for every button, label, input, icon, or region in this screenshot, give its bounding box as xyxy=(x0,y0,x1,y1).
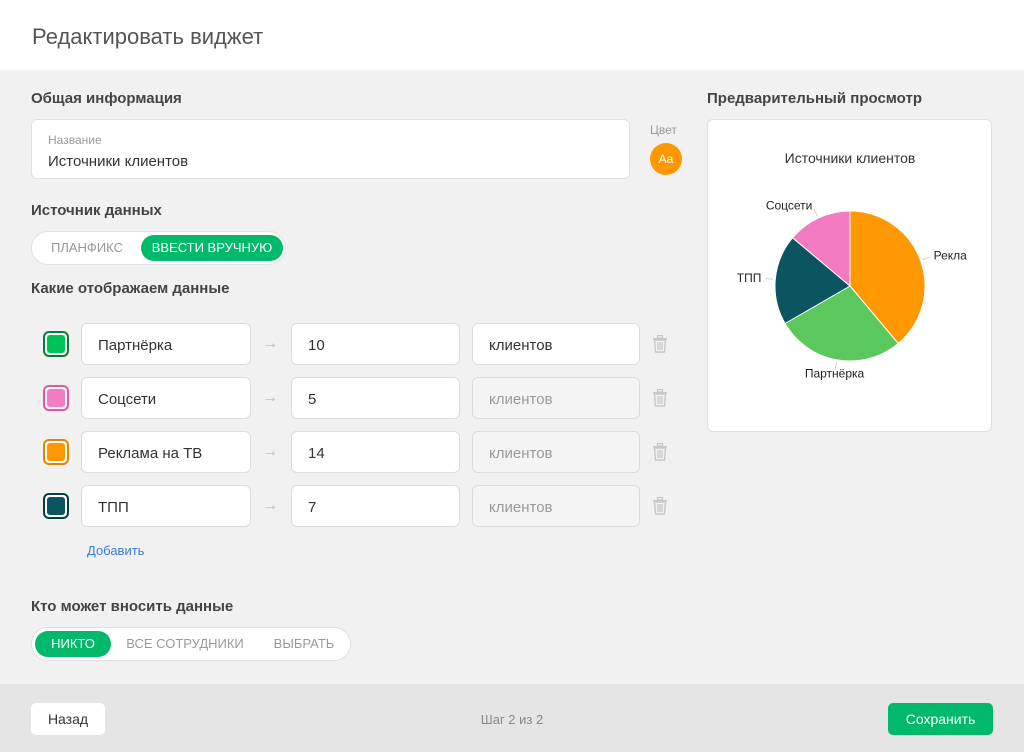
row-name-input-text: Реклама на ТВ xyxy=(98,445,203,462)
row-name-input-text: Соцсети xyxy=(98,391,157,408)
dialog-header: Редактировать виджет xyxy=(0,0,1024,70)
pie-slice-label: Партнёрка xyxy=(805,367,865,381)
add-row-link[interactable]: Добавить xyxy=(87,543,144,558)
row-unit-input[interactable]: клиентов xyxy=(472,485,640,527)
trash-icon[interactable] xyxy=(652,443,668,461)
dialog-footer: Назад Шаг 2 из 2 Сохранить xyxy=(0,684,1024,752)
access-option-choose[interactable]: ВЫБРАТЬ xyxy=(261,631,347,657)
trash-icon[interactable] xyxy=(652,335,668,353)
general-section-title: Общая информация xyxy=(31,90,182,107)
pie-slice-label: Рекла xyxy=(934,249,968,263)
row-color-picker[interactable] xyxy=(43,493,69,519)
row-color-fill xyxy=(47,389,65,407)
arrow-right-icon: → xyxy=(262,497,278,514)
arrow-right-icon: → xyxy=(262,443,278,460)
row-unit-input-text: клиентов xyxy=(489,499,553,516)
row-unit-input[interactable]: клиентов xyxy=(472,431,640,473)
row-color-fill xyxy=(47,443,65,461)
access-option-all-employees[interactable]: ВСЕ СОТРУДНИКИ xyxy=(119,631,251,657)
access-option-nobody[interactable]: НИКТО xyxy=(35,631,111,657)
row-unit-input-text: клиентов xyxy=(489,445,553,462)
save-button[interactable]: Сохранить xyxy=(888,703,993,735)
arrow-right-icon: → xyxy=(262,389,278,406)
row-name-input-text: Партнёрка xyxy=(98,337,173,354)
row-color-picker[interactable] xyxy=(43,385,69,411)
source-toggle: ПЛАНФИКС ВВЕСТИ ВРУЧНУЮ xyxy=(31,231,286,265)
arrow-right-icon: → xyxy=(262,335,278,352)
pie-label-connector xyxy=(765,278,774,280)
row-value-input-text: 14 xyxy=(308,445,325,462)
trash-icon[interactable] xyxy=(652,389,668,407)
source-option-planfix[interactable]: ПЛАНФИКС xyxy=(35,235,139,261)
step-indicator: Шаг 2 из 2 xyxy=(480,712,544,727)
widget-name-label: Название xyxy=(48,133,102,147)
row-value-input[interactable]: 14 xyxy=(291,431,460,473)
chart-title: Источники клиентов xyxy=(785,150,916,166)
access-section-title: Кто может вносить данные xyxy=(31,598,234,615)
source-section-title: Источник данных xyxy=(31,202,162,219)
row-name-input[interactable]: Партнёрка xyxy=(81,323,251,365)
preview-section-title: Предварительный просмотр xyxy=(707,90,922,107)
row-unit-input[interactable]: клиентов xyxy=(472,323,640,365)
pie-slice-label: Соцсети xyxy=(766,198,813,212)
row-color-fill xyxy=(47,335,65,353)
row-value-input[interactable]: 10 xyxy=(291,323,460,365)
color-picker-button[interactable]: Aa xyxy=(650,143,682,175)
row-name-input-text: ТПП xyxy=(98,499,129,516)
row-color-fill xyxy=(47,497,65,515)
pie-slice-label: ТПП xyxy=(737,271,762,285)
row-unit-input[interactable]: клиентов xyxy=(472,377,640,419)
row-value-input-text: 7 xyxy=(308,499,317,516)
row-value-input-text: 5 xyxy=(308,391,317,408)
pie-chart: Источники клиентов Рекла Партнёрка ТПП Соцс… xyxy=(737,150,968,381)
row-color-picker[interactable] xyxy=(43,439,69,465)
pie-label-connector xyxy=(922,256,931,261)
row-name-input[interactable]: Соцсети xyxy=(81,377,251,419)
trash-icon[interactable] xyxy=(652,497,668,515)
row-name-input[interactable]: ТПП xyxy=(81,485,251,527)
widget-name-field[interactable]: Название Источники клиентов xyxy=(31,119,630,179)
row-unit-input-text: клиентов xyxy=(489,337,553,354)
source-option-manual[interactable]: ВВЕСТИ ВРУЧНУЮ xyxy=(141,235,283,261)
row-value-input[interactable]: 5 xyxy=(291,377,460,419)
pie-label-connector xyxy=(813,208,818,217)
access-toggle: НИКТО ВСЕ СОТРУДНИКИ ВЫБРАТЬ xyxy=(31,627,351,661)
widget-name-value[interactable]: Источники клиентов xyxy=(48,153,188,170)
row-name-input[interactable]: Реклама на ТВ xyxy=(81,431,251,473)
color-label: Цвет xyxy=(650,123,677,137)
row-value-input-text: 10 xyxy=(308,337,325,354)
dialog-title: Редактировать виджет xyxy=(32,24,264,49)
data-section-title: Какие отображаем данные xyxy=(31,280,230,297)
row-color-picker[interactable] xyxy=(43,331,69,357)
preview-card: Источники клиентов Рекла Партнёрка ТПП Соцс… xyxy=(707,119,992,432)
row-unit-input-text: клиентов xyxy=(489,391,553,408)
row-value-input[interactable]: 7 xyxy=(291,485,460,527)
